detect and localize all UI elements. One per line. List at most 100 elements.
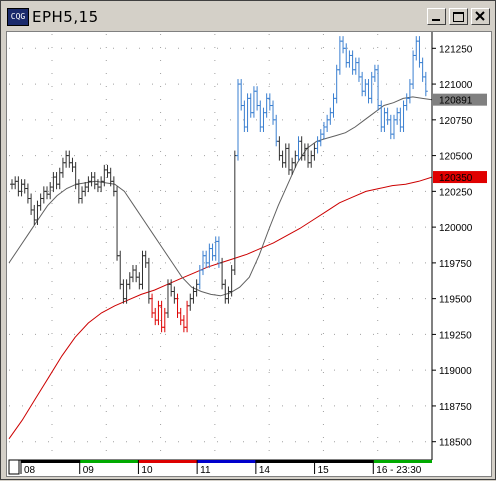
close-button[interactable] (471, 8, 490, 25)
short-ma-line (8, 96, 433, 297)
price-bar (83, 182, 88, 197)
price-bar (350, 50, 355, 75)
long-ma-line (8, 176, 433, 440)
price-markers: 120891 120350 (433, 93, 487, 184)
price-bar (232, 150, 237, 276)
y-tick-label: 121000 (439, 80, 473, 91)
y-tick-label: 120750 (439, 116, 473, 127)
price-bar (153, 307, 158, 326)
svg-text:10: 10 (141, 465, 153, 476)
price-bar (353, 57, 358, 75)
price-bar (99, 176, 104, 193)
price-bar (366, 79, 371, 104)
price-bar (226, 286, 231, 304)
session-label: 08 (20, 460, 80, 476)
price-bar (404, 93, 409, 111)
x-axis-handle[interactable] (8, 459, 20, 475)
price-bar (38, 193, 43, 211)
price-bar (19, 179, 24, 197)
price-bar (162, 307, 167, 333)
price-bar (255, 86, 260, 111)
svg-text:11: 11 (200, 465, 211, 476)
y-tick-label: 119500 (439, 295, 472, 306)
window-title: EPH5,15 (32, 8, 99, 26)
price-bar (315, 136, 320, 154)
long-moving-average (8, 176, 433, 440)
price-bar (236, 79, 241, 161)
price-marker: 120891 (433, 93, 487, 107)
chart-area[interactable]: 118500 118750 119000 119250 119500 119750 1200… (6, 31, 492, 477)
price-bar (344, 43, 349, 68)
price-bar (54, 172, 59, 190)
y-tick-label: 118500 (439, 438, 472, 449)
price-bar (89, 172, 94, 187)
price-bar (420, 57, 425, 82)
price-bar (76, 179, 81, 204)
maximize-button[interactable] (449, 8, 468, 25)
price-bar (363, 79, 368, 97)
price-bar (57, 167, 62, 190)
price-bar (347, 50, 352, 68)
title-bar[interactable]: CQG EPH5,15 (2, 2, 494, 30)
price-bar (121, 279, 126, 304)
svg-text:08: 08 (24, 465, 36, 476)
price-bar (385, 107, 390, 125)
price-bar (13, 176, 18, 190)
svg-text:14: 14 (259, 465, 271, 476)
price-bar (140, 250, 145, 290)
price-marker: 120350 (433, 171, 487, 184)
price-bar (29, 193, 34, 215)
price-bar (115, 186, 120, 261)
price-bar (156, 300, 161, 326)
price-bar (194, 279, 199, 297)
svg-text:120891: 120891 (439, 96, 473, 107)
svg-text:15: 15 (318, 465, 330, 476)
price-bar (130, 265, 135, 283)
price-bars (10, 36, 428, 333)
price-bar (372, 64, 377, 82)
svg-text:09: 09 (83, 465, 95, 476)
price-bar (334, 64, 339, 104)
price-bar (296, 136, 301, 161)
price-bar (51, 172, 56, 193)
svg-text:120350: 120350 (439, 173, 473, 184)
price-bar (331, 93, 336, 118)
price-bar (245, 93, 250, 132)
y-tick-label: 120250 (439, 187, 473, 198)
price-bar (70, 157, 75, 173)
y-tick-label: 119750 (439, 259, 472, 270)
price-bar (197, 265, 202, 290)
price-bar (60, 157, 65, 178)
chart-window: CQG EPH5,15 118500 118750 119000 119250 1195… (0, 0, 496, 480)
price-bar (137, 272, 142, 290)
price-bar (204, 250, 209, 268)
price-bar (207, 243, 212, 268)
session-label: 14 (255, 460, 315, 476)
minimize-button[interactable] (427, 8, 446, 25)
price-bar (150, 293, 155, 318)
price-bar (172, 286, 177, 304)
cqg-logo-icon[interactable]: CQG (7, 8, 29, 26)
price-bar (45, 186, 50, 200)
price-bar (264, 93, 269, 118)
price-bar (341, 36, 346, 54)
price-bar (395, 107, 400, 125)
price-bar (41, 186, 46, 204)
price-bar (181, 315, 186, 333)
price-bar (267, 93, 272, 111)
price-bar (146, 257, 151, 304)
price-bar (356, 57, 361, 82)
price-bar (391, 114, 396, 140)
session-label: 15 (314, 460, 374, 476)
price-bar (398, 107, 403, 132)
price-bar (188, 293, 193, 311)
price-bar (92, 172, 97, 190)
price-bar (105, 164, 110, 178)
price-chart[interactable]: 118500 118750 119000 119250 119500 119750 1200… (7, 32, 491, 476)
price-bar (277, 136, 282, 161)
price-bar (299, 136, 304, 161)
price-bar (407, 79, 412, 104)
session-label: 11 (196, 460, 256, 476)
price-bar (175, 293, 180, 318)
price-bar (32, 204, 37, 225)
